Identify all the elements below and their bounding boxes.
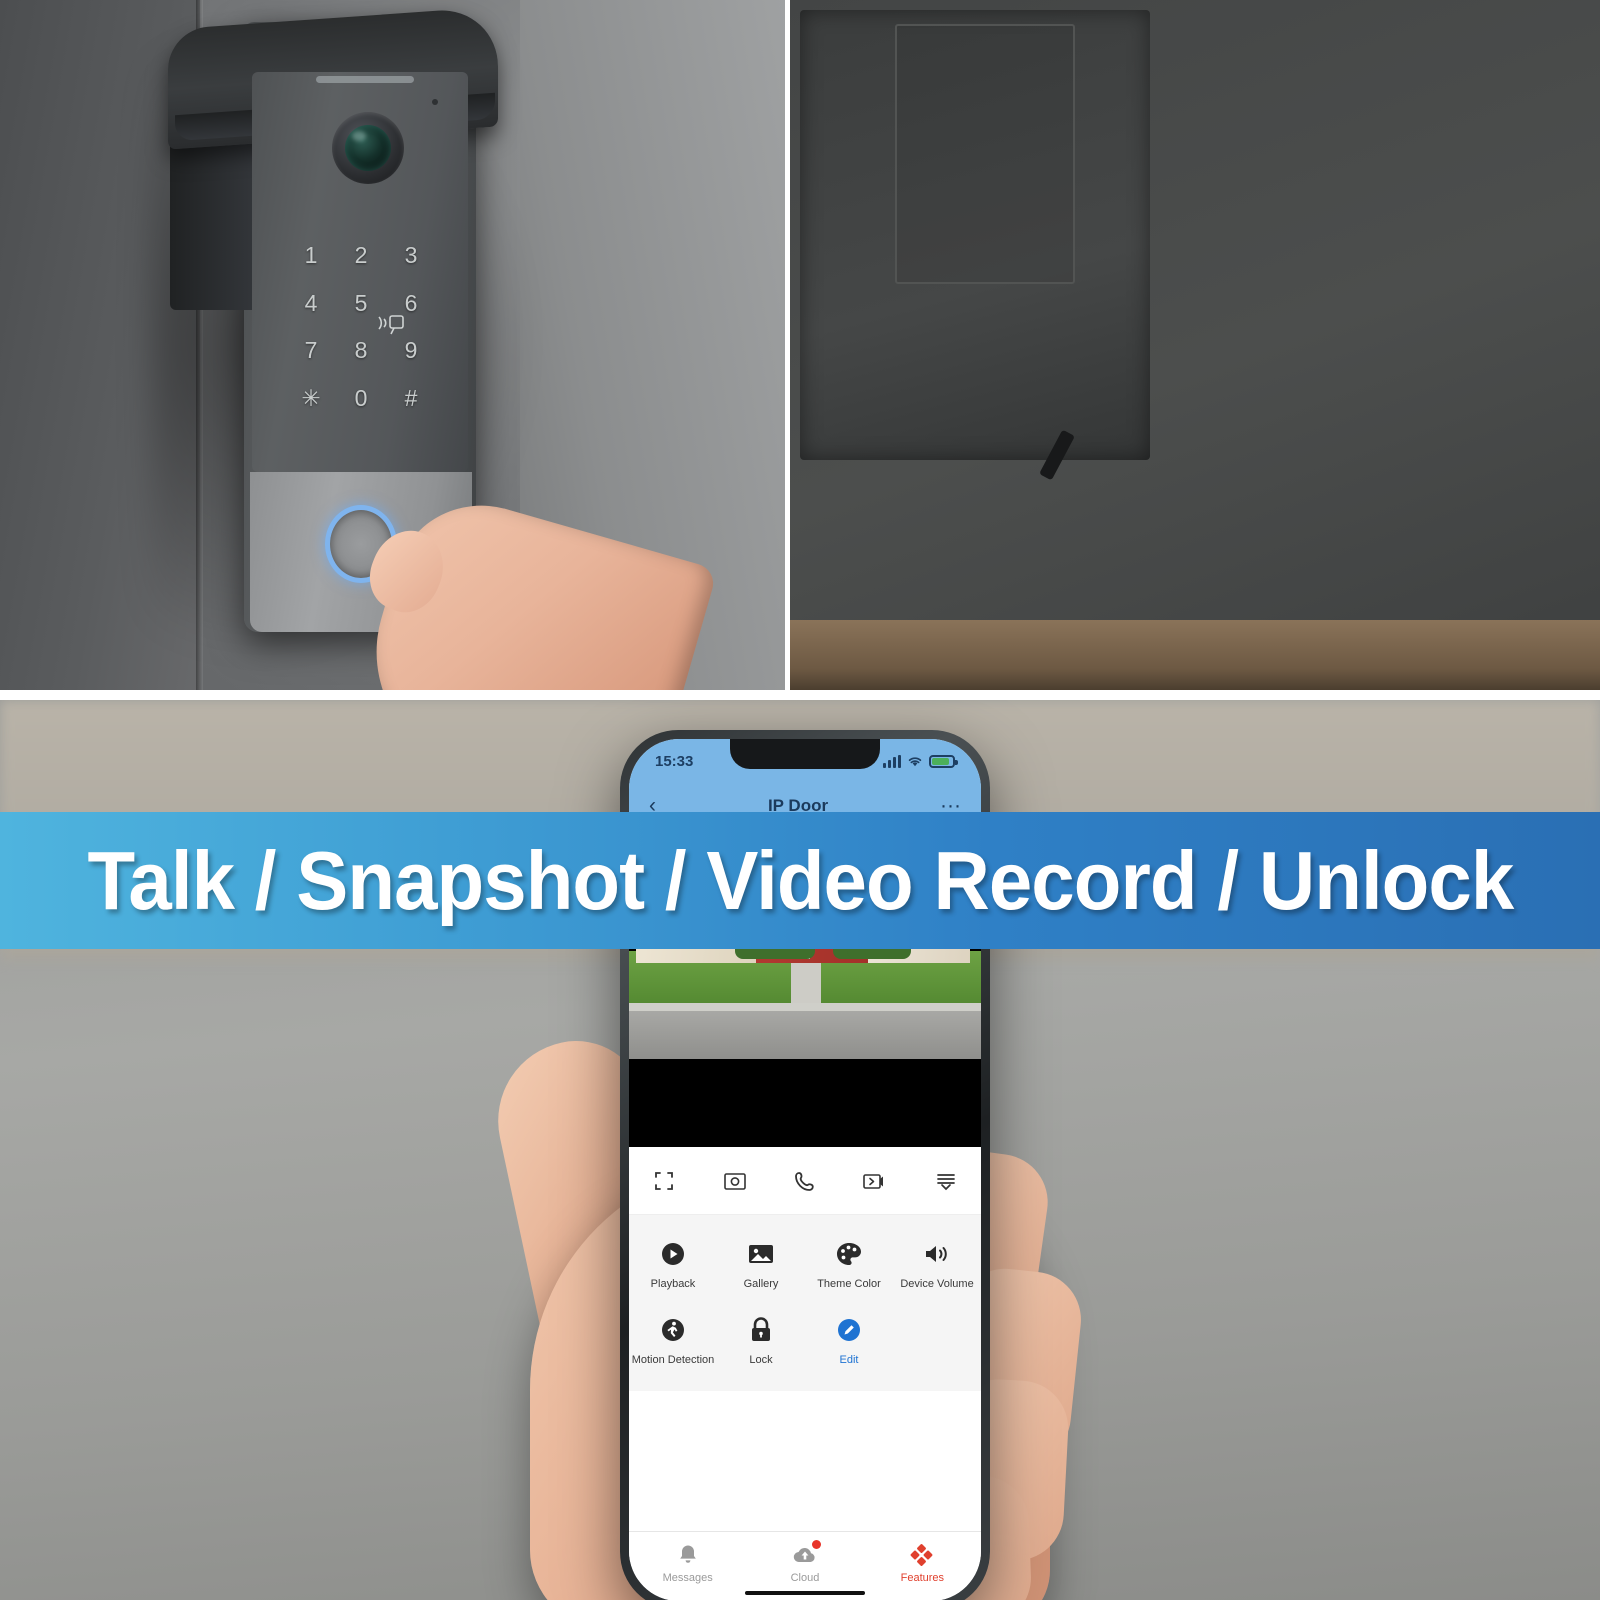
- diamond-grid-icon: [909, 1542, 935, 1568]
- feature-device-volume[interactable]: Device Volume: [893, 1229, 981, 1305]
- features-row-2: Motion Detection Lock Edit: [629, 1305, 981, 1381]
- tab-label: Features: [900, 1571, 945, 1584]
- headline-text: Talk / Snapshot / Video Record / Unlock: [87, 833, 1514, 927]
- fullscreen-button[interactable]: [647, 1166, 681, 1196]
- feature-label: Gallery: [743, 1278, 779, 1290]
- play-circle-icon: [656, 1237, 690, 1271]
- feature-playback[interactable]: Playback: [629, 1229, 717, 1305]
- video-letterbox: [629, 1059, 981, 1147]
- wood-floor: [790, 620, 1600, 690]
- feature-label: Device Volume: [900, 1278, 974, 1290]
- more-controls-button[interactable]: [929, 1166, 963, 1196]
- keypad-key-1[interactable]: 1: [286, 232, 336, 280]
- wall-socket-recess: [895, 24, 1075, 284]
- wireless-chime-photo: 220-24 » ♫: [790, 0, 1600, 690]
- palette-icon: [832, 1237, 866, 1271]
- top-image-row: 1 2 3 4 5 6 7 8 9 ✳ 0 #: [0, 0, 1600, 690]
- status-bar-icons: [883, 754, 958, 768]
- feature-empty-slot: [893, 1305, 981, 1381]
- cloud-badge-dot: [812, 1539, 822, 1549]
- keypad-key-3[interactable]: 3: [386, 232, 436, 280]
- feature-motion-detection[interactable]: Motion Detection: [629, 1305, 717, 1381]
- keypad-key-2[interactable]: 2: [336, 232, 386, 280]
- video-road: [629, 1009, 981, 1059]
- pencil-edit-icon: [832, 1313, 866, 1347]
- headline-banner: Talk / Snapshot / Video Record / Unlock: [0, 812, 1600, 949]
- features-grid: Playback Gallery Theme Color Device Volu…: [629, 1215, 981, 1391]
- keypad-key-4[interactable]: 4: [286, 280, 336, 328]
- phone-notch: [730, 739, 880, 769]
- video-curb: [629, 1002, 981, 1011]
- tab-label: Messages: [662, 1571, 713, 1584]
- feature-label: Theme Color: [817, 1278, 881, 1290]
- walking-person-icon: [656, 1313, 690, 1347]
- camera-lens-highlight: [352, 131, 366, 141]
- feature-label: Lock: [749, 1353, 773, 1366]
- features-row-1: Playback Gallery Theme Color Device Volu…: [629, 1229, 981, 1305]
- padlock-icon: [744, 1313, 778, 1347]
- keypad-key-hash[interactable]: #: [386, 375, 436, 423]
- battery-charging-icon: [929, 754, 958, 768]
- feature-label: Playback: [650, 1278, 696, 1290]
- microphone-hole: [432, 99, 438, 105]
- tab-messages[interactable]: Messages: [629, 1542, 746, 1584]
- tab-cloud[interactable]: Cloud: [746, 1539, 863, 1584]
- keypad-key-7[interactable]: 7: [286, 327, 336, 375]
- rfid-card-icon: [370, 310, 410, 340]
- feature-edit[interactable]: Edit: [805, 1305, 893, 1381]
- snapshot-button[interactable]: [718, 1166, 752, 1196]
- feature-theme-color[interactable]: Theme Color: [805, 1229, 893, 1305]
- feature-label: Motion Detection: [631, 1353, 715, 1366]
- doorbell-keypad-photo: 1 2 3 4 5 6 7 8 9 ✳ 0 #: [0, 0, 785, 690]
- doorbell-speaker-slot: [316, 76, 414, 83]
- bell-icon: [675, 1542, 701, 1568]
- cellular-signal-icon: [883, 754, 901, 768]
- speaker-volume-icon: [920, 1237, 954, 1271]
- bottom-tab-bar: Messages Cloud Features: [629, 1531, 981, 1600]
- talk-button[interactable]: [788, 1166, 822, 1196]
- video-control-row: [629, 1147, 981, 1215]
- doorbell-keypad[interactable]: 1 2 3 4 5 6 7 8 9 ✳ 0 #: [286, 232, 436, 422]
- keypad-key-star[interactable]: ✳: [286, 375, 336, 423]
- tab-label: Cloud: [790, 1571, 820, 1584]
- video-record-button[interactable]: [858, 1166, 892, 1196]
- wall-socket-plate: [800, 10, 1150, 481]
- camera-lens-icon: [345, 125, 391, 171]
- image-icon: [744, 1237, 778, 1271]
- tab-features[interactable]: Features: [864, 1542, 981, 1584]
- status-bar-time: 15:33: [655, 752, 694, 770]
- wifi-icon: [908, 756, 922, 766]
- feature-gallery[interactable]: Gallery: [717, 1229, 805, 1305]
- keypad-key-0[interactable]: 0: [336, 375, 386, 423]
- product-collage: 1 2 3 4 5 6 7 8 9 ✳ 0 # 15:33 ‹ IP Door …: [0, 0, 1600, 1600]
- feature-lock[interactable]: Lock: [717, 1305, 805, 1381]
- feature-label: Edit: [839, 1353, 859, 1366]
- home-indicator: [745, 1591, 865, 1595]
